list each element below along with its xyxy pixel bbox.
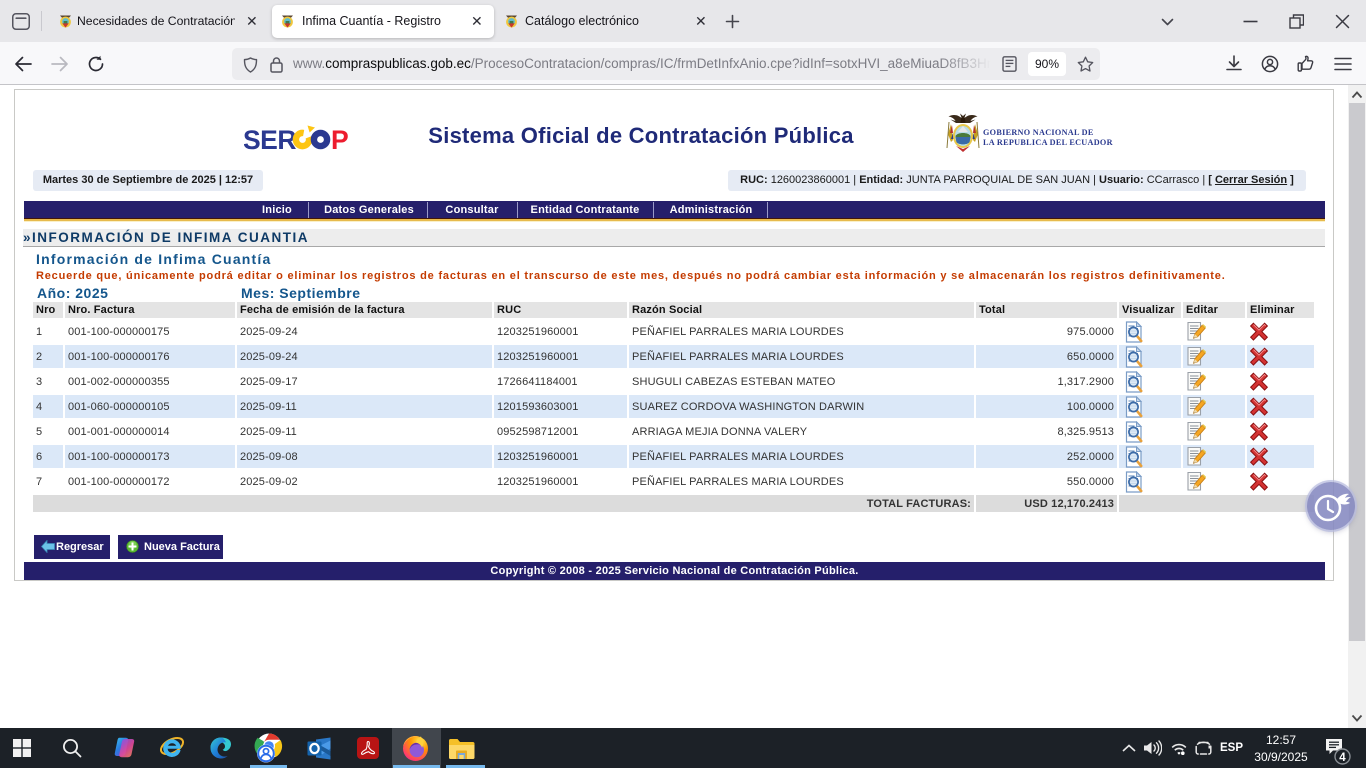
svg-text:GOBIERNO NACIONAL DE: GOBIERNO NACIONAL DE <box>983 128 1094 137</box>
svg-text:LA REPUBLICA DEL ECUADOR: LA REPUBLICA DEL ECUADOR <box>983 138 1113 147</box>
svg-text:4: 4 <box>1339 752 1346 764</box>
